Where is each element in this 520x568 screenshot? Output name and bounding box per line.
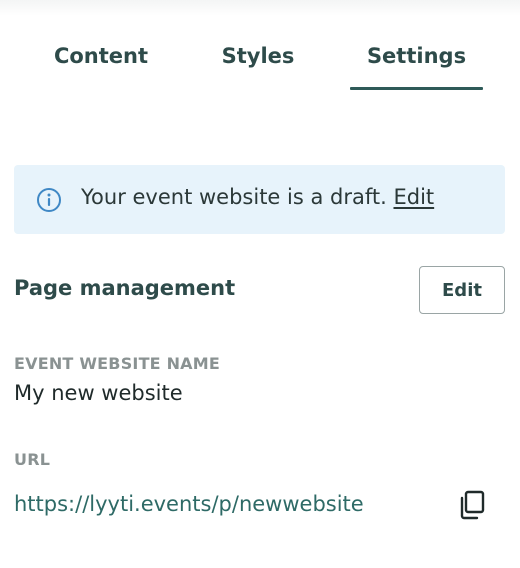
tab-styles[interactable]: Styles <box>214 36 302 90</box>
tab-bar: Content Styles Settings <box>0 36 520 92</box>
url-label: URL <box>14 450 51 469</box>
page-management-title: Page management <box>14 276 236 300</box>
banner-edit-link[interactable]: Edit <box>393 185 434 209</box>
banner-text: Your event website is a draft. Edit <box>81 185 434 209</box>
website-url-link[interactable]: https://lyyti.events/p/newwebsite <box>14 492 364 516</box>
tab-content[interactable]: Content <box>50 36 152 90</box>
page-management-edit-button[interactable]: Edit <box>419 266 505 314</box>
draft-banner: Your event website is a draft. Edit <box>14 165 505 234</box>
info-icon <box>37 188 61 212</box>
top-strip <box>0 0 520 16</box>
event-website-name-label: EVENT WEBSITE NAME <box>14 354 221 373</box>
event-website-name-value: My new website <box>14 381 183 405</box>
copy-icon[interactable] <box>458 490 486 520</box>
tab-settings[interactable]: Settings <box>350 36 483 90</box>
active-tab-indicator <box>350 87 483 90</box>
banner-message: Your event website is a draft. <box>81 185 387 209</box>
